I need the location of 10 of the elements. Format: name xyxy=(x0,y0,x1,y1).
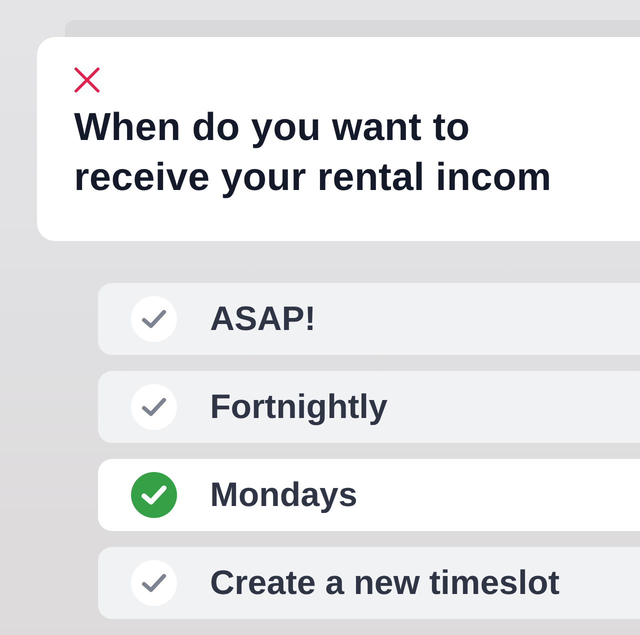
option-item[interactable]: ASAP! xyxy=(98,283,640,355)
dialog-title: When do you want to receive your rental incom xyxy=(74,105,553,201)
option-label: Fortnightly xyxy=(210,388,388,426)
option-item[interactable]: Mondays xyxy=(98,459,640,531)
option-label: ASAP! xyxy=(210,300,316,338)
close-icon[interactable] xyxy=(74,67,100,93)
option-label: Create a new timeslot xyxy=(210,564,560,602)
option-label: Mondays xyxy=(210,476,358,514)
option-item[interactable]: Fortnightly xyxy=(98,371,640,443)
option-item[interactable]: Create a new timeslot xyxy=(98,547,640,619)
